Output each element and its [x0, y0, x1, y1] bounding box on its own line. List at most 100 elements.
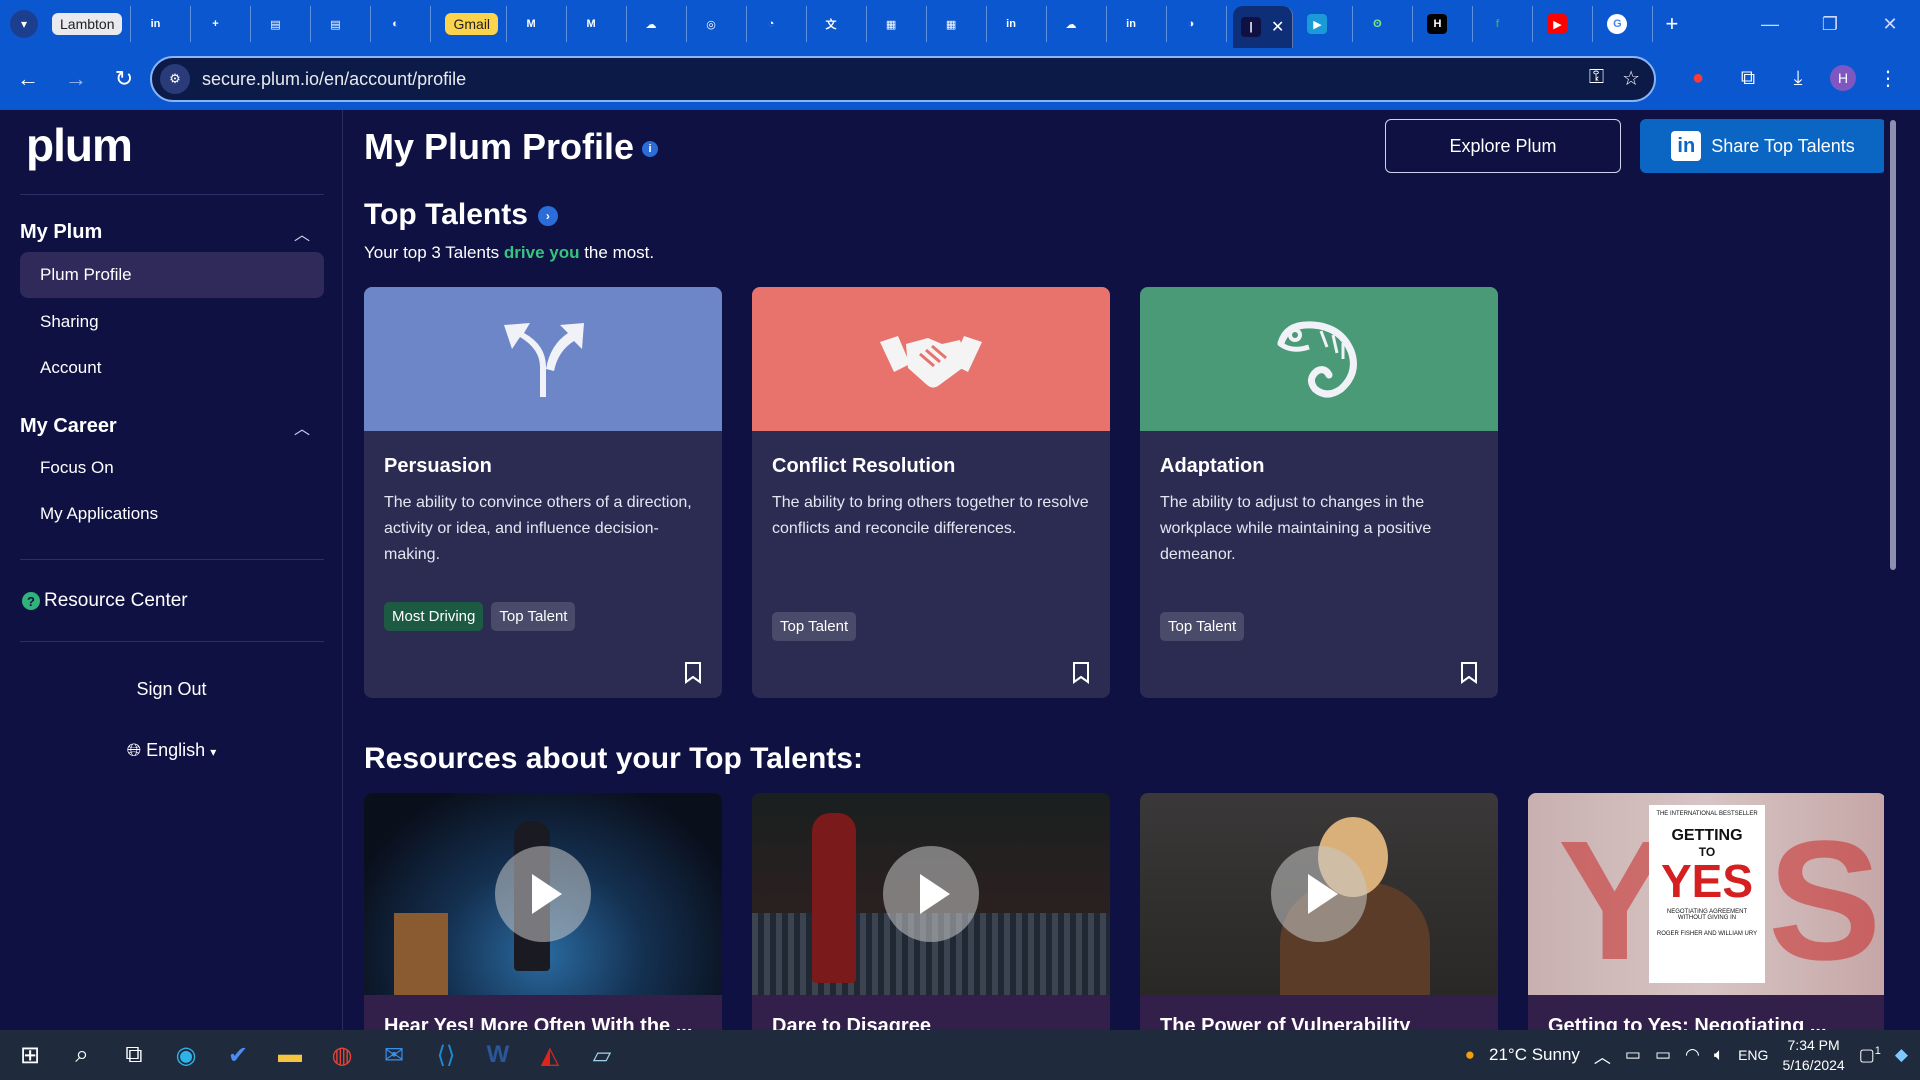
talent-card[interactable]: Persuasion The ability to convince other…: [364, 287, 722, 698]
resource-card[interactable]: Hear Yes! More Often With the ...: [364, 793, 722, 1030]
site-info-icon[interactable]: ⚙: [160, 64, 190, 94]
todo-icon[interactable]: ✔: [212, 1030, 264, 1080]
forward-icon[interactable]: →: [56, 59, 96, 99]
tab-news[interactable]: H: [1419, 6, 1474, 42]
bookmark-icon[interactable]: [1460, 662, 1478, 684]
wifi-icon[interactable]: ◠: [1685, 1045, 1700, 1065]
downloads-icon[interactable]: ⤓: [1780, 58, 1816, 98]
browser-tab[interactable]: ▦: [873, 6, 928, 42]
browser-tab[interactable]: in: [1113, 6, 1168, 42]
vscode-icon[interactable]: ⟨⟩: [420, 1030, 472, 1080]
play-button-icon[interactable]: [883, 846, 979, 942]
info-icon[interactable]: i: [642, 141, 659, 158]
bookmark-star-icon[interactable]: ☆: [1622, 66, 1640, 91]
close-window-icon[interactable]: ✕: [1860, 0, 1920, 48]
browser-tab[interactable]: ▤: [317, 6, 372, 42]
play-button-icon[interactable]: [1271, 846, 1367, 942]
tab-feedly[interactable]: f: [1479, 6, 1534, 42]
sign-out-link[interactable]: Sign Out: [0, 679, 343, 700]
chevron-up-icon[interactable]: ︿: [294, 415, 310, 439]
address-bar[interactable]: ⚙ secure.plum.io/en/account/profile ⚿ ☆: [150, 56, 1656, 102]
word-icon[interactable]: W: [472, 1030, 524, 1080]
scrollbar-thumb[interactable]: [1890, 120, 1896, 570]
browser-tab[interactable]: in: [137, 6, 192, 42]
chevron-up-icon[interactable]: ︿: [294, 221, 310, 245]
group-my-career[interactable]: My Career: [20, 415, 117, 438]
chrome-icon[interactable]: ◍: [316, 1030, 368, 1080]
search-icon[interactable]: ⌕: [56, 1030, 108, 1080]
edge-icon[interactable]: ◉: [160, 1030, 212, 1080]
resource-card[interactable]: Y S THE INTERNATIONAL BESTSELLER GETTING…: [1528, 793, 1886, 1030]
language-selector[interactable]: 🌐︎ English ▾: [0, 740, 343, 761]
clock[interactable]: 7:34 PM 5/16/2024: [1782, 1035, 1844, 1075]
tab-video[interactable]: ▶: [1299, 6, 1354, 42]
url-text[interactable]: secure.plum.io/en/account/profile: [202, 69, 466, 90]
tab-youtube[interactable]: ▶: [1539, 6, 1594, 42]
browser-tab[interactable]: M: [513, 6, 568, 42]
page-scrollbar[interactable]: [1884, 110, 1902, 1030]
copilot-icon[interactable]: ◆: [1895, 1045, 1908, 1065]
weather-text[interactable]: 21°C Sunny: [1489, 1045, 1580, 1065]
extensions-puzzle-icon[interactable]: ⧉: [1730, 58, 1766, 98]
sidebar-item-my-applications[interactable]: My Applications: [20, 491, 324, 537]
browser-tab[interactable]: ◔: [753, 6, 808, 42]
resource-card[interactable]: The Power of Vulnerability: [1140, 793, 1498, 1030]
tab-google[interactable]: G: [1599, 6, 1654, 42]
input-language[interactable]: ENG: [1738, 1047, 1768, 1063]
sidebar-item-plum-profile[interactable]: Plum Profile: [20, 252, 324, 298]
show-hidden-icons[interactable]: ︿: [1594, 1043, 1611, 1068]
reload-icon[interactable]: ↻: [104, 59, 144, 99]
menu-kebab-icon[interactable]: ⋮: [1870, 58, 1906, 98]
sidebar-item-focus-on[interactable]: Focus On: [20, 445, 324, 491]
bookmark-icon[interactable]: [1072, 662, 1090, 684]
volume-icon[interactable]: 🔈︎: [1714, 1045, 1724, 1065]
plum-logo[interactable]: plum: [26, 118, 133, 172]
resource-center-link[interactable]: ? Resource Center: [22, 590, 188, 612]
weather-sun-icon[interactable]: ●: [1465, 1045, 1475, 1065]
browser-tab[interactable]: ▦: [933, 6, 988, 42]
windows-start-icon[interactable]: ⊞: [4, 1030, 56, 1080]
chevron-right-icon[interactable]: ›: [537, 206, 558, 227]
profile-avatar[interactable]: H: [1830, 65, 1856, 91]
tab-active[interactable]: | ✕: [1233, 6, 1294, 48]
notifications-icon[interactable]: ▢1: [1859, 1045, 1881, 1066]
sidebar-item-account[interactable]: Account: [20, 345, 324, 391]
play-button-icon[interactable]: [495, 846, 591, 942]
tab-search-icon[interactable]: ▾: [10, 10, 38, 38]
browser-tab[interactable]: ▤: [257, 6, 312, 42]
browser-tab[interactable]: ◎: [693, 6, 748, 42]
browser-tab[interactable]: ◑: [1173, 6, 1228, 42]
battery-icon[interactable]: ▭: [1655, 1045, 1671, 1065]
browser-tab[interactable]: Gmail: [437, 6, 508, 42]
file-explorer-icon[interactable]: ▬: [264, 1030, 316, 1080]
browser-tab[interactable]: ☁: [1053, 6, 1108, 42]
bookmark-icon[interactable]: [684, 662, 702, 684]
browser-tab[interactable]: M: [573, 6, 628, 42]
talent-card[interactable]: Adaptation The ability to adjust to chan…: [1140, 287, 1498, 698]
notes-icon[interactable]: ▱: [576, 1030, 628, 1080]
task-view-icon[interactable]: ⧉: [108, 1030, 160, 1080]
back-icon[interactable]: ←: [8, 59, 48, 99]
meet-icon[interactable]: ▭: [1625, 1045, 1641, 1065]
browser-tab[interactable]: ◐: [377, 6, 432, 42]
restore-icon[interactable]: ❐: [1800, 0, 1860, 48]
browser-tab[interactable]: 文: [813, 6, 868, 42]
talent-card[interactable]: Conflict Resolution The ability to bring…: [752, 287, 1110, 698]
browser-tab[interactable]: Lambton: [44, 6, 132, 42]
mail-icon[interactable]: ✉: [368, 1030, 420, 1080]
explore-plum-button[interactable]: Explore Plum: [1385, 119, 1621, 173]
minimize-icon[interactable]: —: [1740, 0, 1800, 48]
browser-tab[interactable]: +: [197, 6, 252, 42]
password-key-icon[interactable]: ⚿: [1589, 66, 1604, 91]
group-my-plum[interactable]: My Plum: [20, 221, 102, 244]
acrobat-icon[interactable]: ◭: [524, 1030, 576, 1080]
resource-card[interactable]: Dare to Disagree: [752, 793, 1110, 1030]
extension-red-icon[interactable]: ●: [1680, 58, 1716, 98]
browser-tab[interactable]: ☁: [633, 6, 688, 42]
new-tab-button[interactable]: +: [1665, 11, 1678, 37]
share-top-talents-button[interactable]: in Share Top Talents: [1640, 119, 1886, 173]
sidebar-item-sharing[interactable]: Sharing: [20, 299, 324, 345]
close-tab-icon[interactable]: ✕: [1271, 17, 1284, 37]
tab-extra[interactable]: ʘ: [1359, 6, 1414, 42]
browser-tab[interactable]: in: [993, 6, 1048, 42]
